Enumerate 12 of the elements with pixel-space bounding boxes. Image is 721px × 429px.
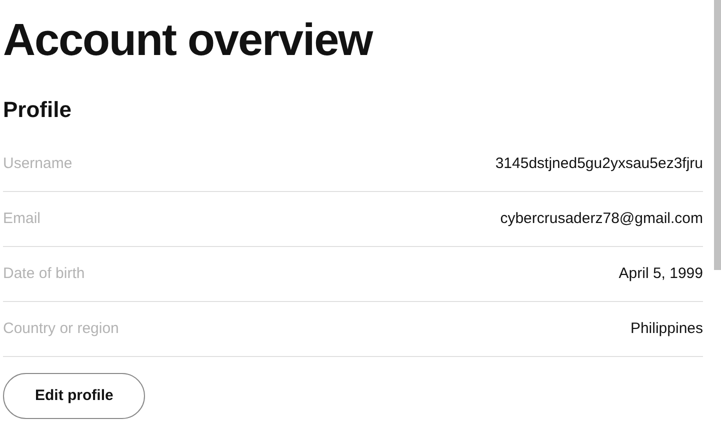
field-label: Country or region	[3, 318, 119, 339]
edit-profile-button[interactable]: Edit profile	[3, 373, 146, 419]
field-label: Date of birth	[3, 264, 85, 284]
scrollbar[interactable]	[714, 0, 721, 270]
field-label: Email	[3, 208, 41, 229]
field-value: Philippines	[630, 318, 703, 339]
field-value: April 5, 1999	[618, 264, 703, 284]
page-title: Account overview	[3, 14, 372, 66]
section-heading: Profile	[3, 96, 72, 124]
field-value: 3145dstjned5gu2yxsau5ez3fjru	[495, 154, 703, 174]
field-label: Username	[3, 154, 72, 174]
field-value: cybercrusaderz78@gmail.com	[500, 208, 703, 229]
